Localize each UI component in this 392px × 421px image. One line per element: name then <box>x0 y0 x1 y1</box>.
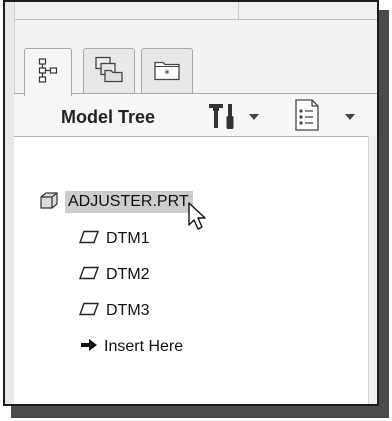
window-top-strip <box>5 2 377 20</box>
strip-separator <box>238 2 239 19</box>
tab-folder-browser[interactable] <box>83 48 135 94</box>
mouse-cursor-icon <box>187 201 207 236</box>
tree-root-item[interactable]: ADJUSTER.PRT <box>39 189 193 215</box>
datum-plane-icon <box>78 266 100 285</box>
model-tree-header: Model Tree <box>14 94 377 137</box>
panel-right-edge <box>368 136 377 404</box>
list-icon[interactable] <box>294 98 320 137</box>
favorites-icon: * <box>152 57 182 86</box>
tree-item-insert-here[interactable]: Insert Here <box>80 334 183 360</box>
tools-dropdown-chevron-icon[interactable] <box>249 114 259 120</box>
tree-item-label: Insert Here <box>104 338 184 355</box>
model-tree: ADJUSTER.PRT DTM1 DTM2 DTM3 Insert Here <box>14 137 377 404</box>
datum-plane-icon <box>78 230 100 249</box>
tree-item-label: DTM2 <box>106 266 150 283</box>
folder-browser-icon <box>94 55 124 88</box>
tab-model-tree[interactable] <box>24 48 72 96</box>
tree-item-dtm3[interactable]: DTM3 <box>78 298 150 324</box>
model-tree-icon <box>38 57 58 88</box>
tree-item-label: DTM1 <box>106 230 150 247</box>
datum-plane-icon <box>78 302 100 321</box>
tools-icon[interactable] <box>206 101 240 136</box>
panel-title: Model Tree <box>61 107 156 127</box>
tree-item-dtm2[interactable]: DTM2 <box>78 262 150 288</box>
svg-text:*: * <box>164 67 170 80</box>
part-cube-icon <box>39 191 59 214</box>
tree-item-dtm1[interactable]: DTM1 <box>78 226 150 252</box>
tree-root-label: ADJUSTER.PRT <box>65 191 193 213</box>
tree-item-label: DTM3 <box>106 302 150 319</box>
show-dropdown-chevron-icon[interactable] <box>345 114 355 120</box>
insert-arrow-icon <box>80 338 98 357</box>
tab-favorites[interactable]: * <box>141 48 193 94</box>
model-tree-panel: * Model Tree ADJUSTER.PRT DTM1 DTM2 DTM3… <box>3 0 379 406</box>
